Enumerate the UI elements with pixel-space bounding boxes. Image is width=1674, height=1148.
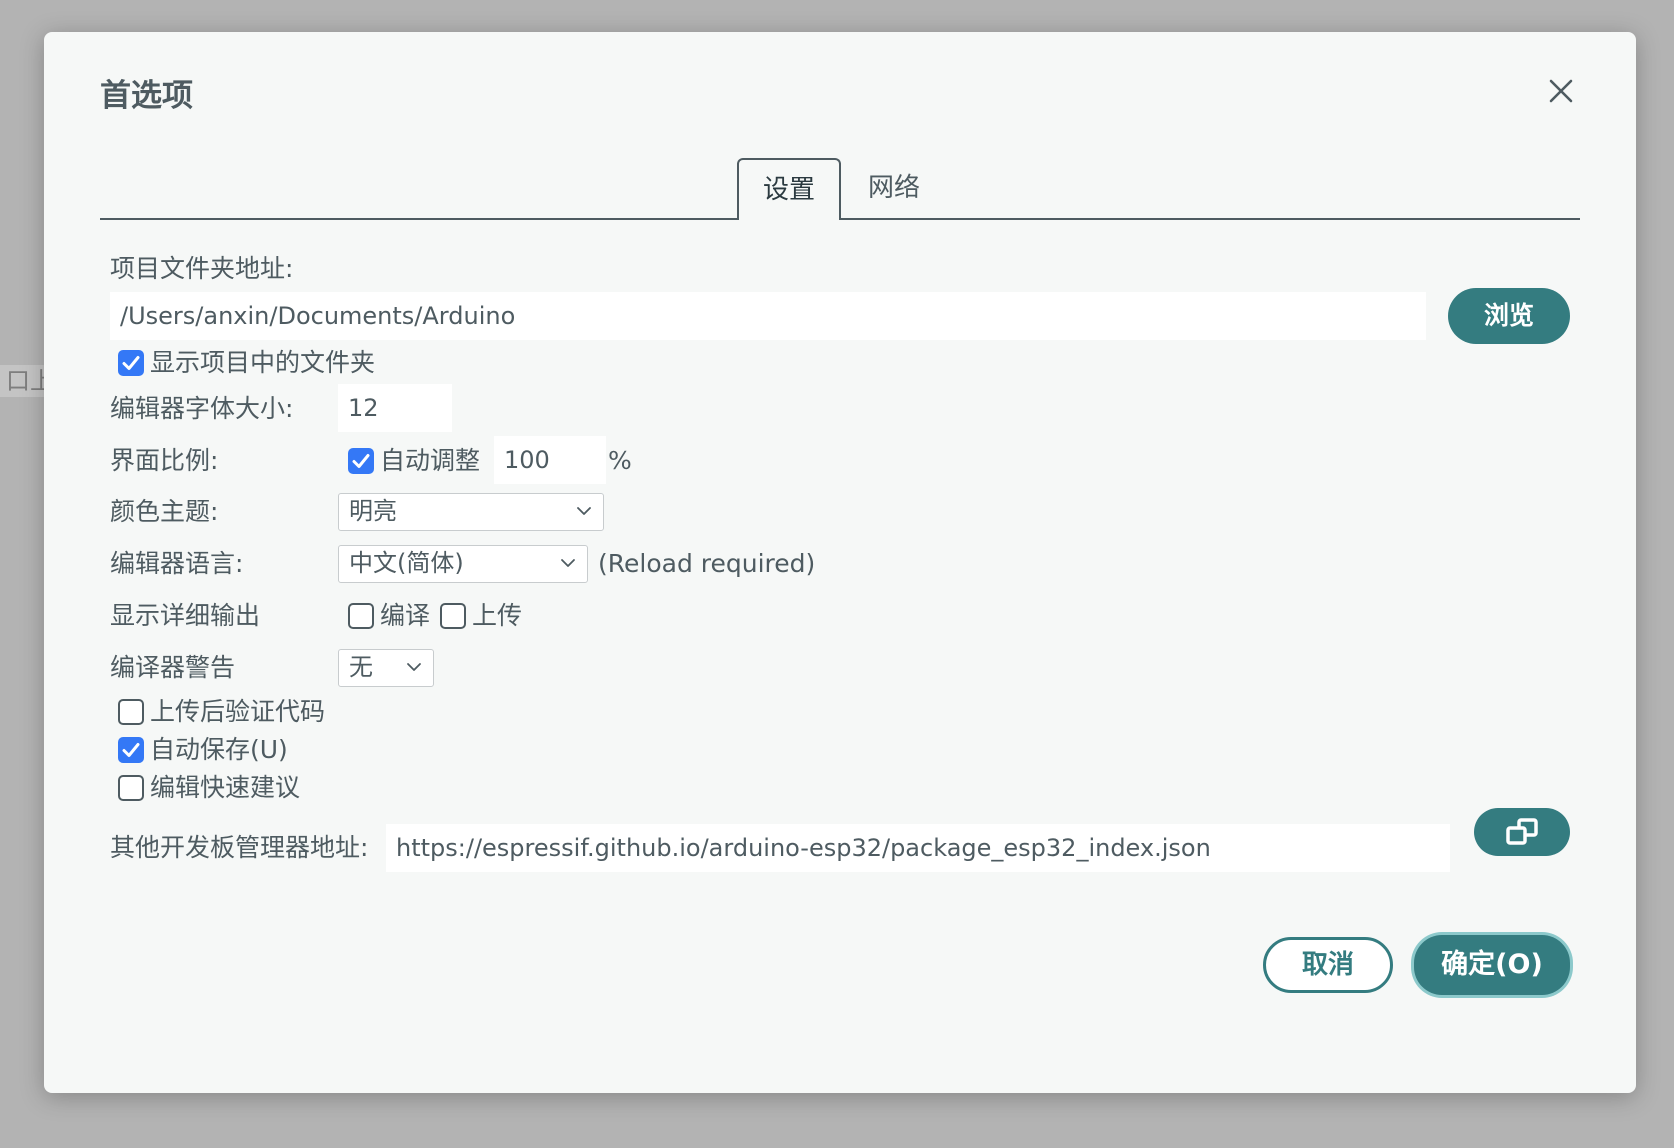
- quick-suggestions-checkbox[interactable]: [118, 775, 144, 801]
- checkmark-icon: [122, 356, 140, 370]
- theme-selected-value: 明亮: [349, 497, 397, 525]
- verbose-upload-checkbox[interactable]: [440, 603, 466, 629]
- close-icon: [1549, 79, 1573, 103]
- window-restore-icon: [1506, 818, 1538, 845]
- compiler-warnings-select[interactable]: 无: [338, 649, 434, 687]
- checkmark-icon: [122, 743, 140, 757]
- interface-scale-label: 界面比例:: [110, 446, 219, 475]
- sketchbook-location-label: 项目文件夹地址:: [110, 254, 294, 283]
- auto-scale-label: 自动调整: [380, 446, 481, 475]
- show-files-label: 显示项目中的文件夹: [150, 348, 376, 377]
- theme-select[interactable]: 明亮: [338, 493, 604, 531]
- verbose-upload-label: 上传: [472, 601, 523, 630]
- tab-bar-divider: [100, 218, 741, 220]
- preferences-dialog: 首选项 设置 网络 项目文件夹地址: /Users/anxin/Document…: [44, 32, 1636, 1093]
- ok-button[interactable]: 确定(O): [1414, 935, 1570, 995]
- open-urls-editor-button[interactable]: [1474, 808, 1570, 856]
- verify-after-upload-checkbox[interactable]: [118, 699, 144, 725]
- chevron-down-icon: [407, 663, 421, 671]
- tab-network[interactable]: 网络: [849, 158, 939, 218]
- quick-suggestions-label: 编辑快速建议: [150, 773, 301, 802]
- language-select[interactable]: 中文(简体): [338, 545, 588, 583]
- checkmark-icon: [352, 454, 370, 468]
- cancel-button[interactable]: 取消: [1263, 937, 1393, 993]
- compiler-warnings-label: 编译器警告: [110, 653, 236, 682]
- verify-after-upload-label: 上传后验证代码: [150, 697, 326, 726]
- verbose-compile-checkbox[interactable]: [348, 603, 374, 629]
- scale-input[interactable]: 100: [494, 436, 606, 484]
- language-label: 编辑器语言:: [110, 549, 244, 578]
- background-window-fragment: 口上: [0, 365, 46, 397]
- sketchbook-location-input[interactable]: /Users/anxin/Documents/Arduino: [110, 292, 1426, 340]
- scale-unit: %: [608, 446, 632, 475]
- verbose-output-label: 显示详细输出: [110, 601, 261, 630]
- browse-button[interactable]: 浏览: [1448, 288, 1570, 344]
- language-selected-value: 中文(简体): [349, 549, 464, 577]
- verbose-compile-label: 编译: [380, 601, 431, 630]
- chevron-down-icon: [561, 559, 575, 567]
- auto-save-checkbox[interactable]: [118, 737, 144, 763]
- board-manager-urls-input[interactable]: https://espressif.github.io/arduino-esp3…: [386, 824, 1450, 872]
- auto-save-label: 自动保存(U): [150, 735, 288, 764]
- dialog-title: 首选项: [100, 78, 193, 114]
- tab-settings[interactable]: 设置: [737, 158, 841, 220]
- font-size-input[interactable]: 12: [338, 384, 452, 432]
- tab-bar-divider: [839, 218, 1580, 220]
- board-manager-urls-label: 其他开发板管理器地址:: [110, 833, 369, 862]
- warnings-selected-value: 无: [349, 653, 373, 681]
- theme-label: 颜色主题:: [110, 497, 219, 526]
- auto-scale-checkbox[interactable]: [348, 448, 374, 474]
- show-files-checkbox[interactable]: [118, 350, 144, 376]
- language-reload-note: (Reload required): [598, 549, 816, 578]
- font-size-label: 编辑器字体大小:: [110, 394, 294, 423]
- close-button[interactable]: [1546, 76, 1576, 106]
- chevron-down-icon: [577, 507, 591, 515]
